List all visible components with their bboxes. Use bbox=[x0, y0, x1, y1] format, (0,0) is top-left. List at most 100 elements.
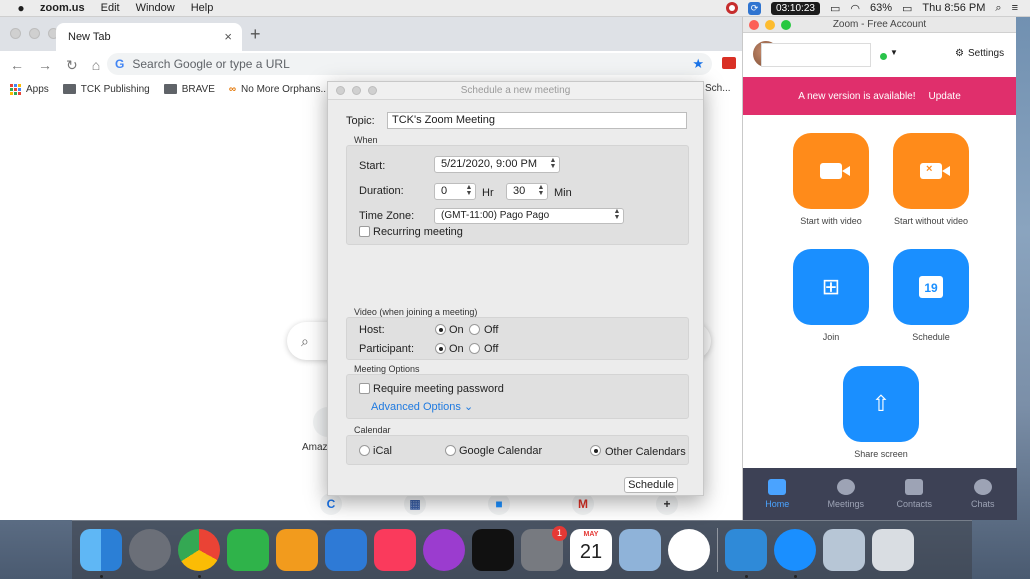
minimize-zoom-icon[interactable] bbox=[765, 20, 775, 30]
participant-video-off-radio[interactable] bbox=[469, 343, 480, 354]
battery-percent[interactable]: 63% bbox=[870, 2, 892, 14]
nav-chats[interactable]: Chats bbox=[949, 468, 1018, 520]
pages-icon[interactable] bbox=[276, 529, 318, 571]
zoom-icon[interactable] bbox=[774, 529, 816, 578]
music-icon[interactable] bbox=[374, 529, 416, 571]
reload-icon[interactable]: ↻ bbox=[66, 57, 78, 74]
numbers-icon[interactable] bbox=[227, 529, 269, 571]
forward-icon[interactable]: → bbox=[38, 57, 52, 73]
ical-radio[interactable] bbox=[359, 445, 370, 456]
trash-icon[interactable] bbox=[872, 529, 914, 571]
other-calendars-radio[interactable] bbox=[590, 445, 601, 456]
participant-video-on-radio[interactable] bbox=[435, 343, 446, 354]
duration-minutes-stepper[interactable]: 30 ▲ ▼ bbox=[506, 183, 548, 200]
battery-icon[interactable]: ▭ bbox=[902, 2, 912, 15]
notification-badge: 1 bbox=[552, 526, 567, 541]
host-video-on-radio[interactable] bbox=[435, 324, 446, 335]
minimize-window-icon[interactable] bbox=[29, 28, 40, 39]
topic-input[interactable]: TCK's Zoom Meeting bbox=[387, 112, 687, 129]
menu-window[interactable]: Window bbox=[136, 2, 175, 14]
start-with-video-button[interactable] bbox=[793, 133, 869, 209]
chrome-icon[interactable] bbox=[178, 529, 220, 578]
keynote-icon[interactable] bbox=[325, 529, 367, 571]
launchpad-icon[interactable] bbox=[129, 529, 171, 571]
tab-new-tab[interactable]: New Tab × bbox=[56, 23, 242, 51]
tab-strip: New Tab × + bbox=[0, 17, 742, 51]
menu-help[interactable]: Help bbox=[191, 2, 214, 14]
maximize-zoom-icon[interactable] bbox=[781, 20, 791, 30]
shortcut-grid-icon[interactable]: ▦ bbox=[404, 493, 426, 515]
calendar-icon[interactable]: MAY 21 bbox=[570, 529, 612, 571]
bookmark-tck[interactable]: TCK Publishing bbox=[62, 84, 150, 95]
sync-icon[interactable]: ⟳ bbox=[748, 1, 762, 15]
close-window-icon[interactable] bbox=[10, 28, 21, 39]
start-stepper-icon[interactable]: ▲ ▼ bbox=[549, 157, 557, 171]
preview-icon[interactable] bbox=[619, 529, 661, 571]
bookmark-apps[interactable]: Apps bbox=[10, 83, 49, 95]
google-calendar-radio[interactable] bbox=[445, 445, 456, 456]
podcasts-icon[interactable] bbox=[423, 529, 465, 571]
status-caret-icon[interactable]: ▼ bbox=[890, 48, 898, 57]
close-zoom-icon[interactable] bbox=[749, 20, 759, 30]
record-icon[interactable] bbox=[726, 2, 739, 14]
spotlight-icon[interactable]: ⌕ bbox=[995, 2, 1001, 15]
update-link[interactable]: Update bbox=[929, 91, 961, 102]
bookmark-overflow[interactable]: Sch... bbox=[705, 79, 731, 99]
back-icon[interactable]: ← bbox=[10, 57, 24, 73]
home-icon[interactable]: ⌂ bbox=[92, 57, 100, 73]
zoom-dialog-icon[interactable] bbox=[368, 86, 377, 95]
omnibox[interactable]: G Search Google or type a URL ★ bbox=[107, 53, 712, 75]
bookmark-no-more-orphans[interactable]: ∞ No More Orphans... bbox=[229, 84, 329, 95]
meeting-timer[interactable]: 03:10:23 bbox=[771, 1, 820, 15]
recurring-checkbox[interactable] bbox=[359, 226, 370, 237]
screen-icon[interactable]: ▭ bbox=[830, 2, 840, 15]
password-label: Require meeting password bbox=[373, 383, 504, 395]
close-dialog-icon[interactable] bbox=[336, 86, 345, 95]
system-preferences-icon[interactable]: 1 bbox=[521, 526, 567, 571]
shortcut-zoom-icon[interactable]: ■ bbox=[488, 493, 510, 515]
menu-app-name[interactable]: zoom.us bbox=[40, 2, 85, 14]
chat-bubble-icon bbox=[973, 479, 992, 495]
bookmark-brave[interactable]: BRAVE bbox=[163, 84, 215, 95]
timezone-select[interactable]: (GMT-11:00) Pago Pago ▲ ▼ bbox=[434, 208, 624, 224]
apple-menu-icon[interactable]: ● bbox=[14, 1, 28, 15]
start-datetime-field[interactable]: 5/21/2020, 9:00 PM ▲ ▼ bbox=[434, 156, 560, 173]
start-without-video-button[interactable]: × bbox=[893, 133, 969, 209]
bookmark-star-icon[interactable]: ★ bbox=[692, 56, 704, 72]
shortcut-gmail-icon[interactable]: M bbox=[572, 493, 594, 515]
schedule-meeting-button[interactable]: 19 bbox=[893, 249, 969, 325]
shortcut-label[interactable]: Amaz bbox=[302, 442, 328, 453]
wifi-icon[interactable]: ◠ bbox=[850, 2, 860, 15]
settings-button[interactable]: ⚙ Settings bbox=[955, 48, 1004, 59]
nav-home[interactable]: Home bbox=[743, 468, 812, 520]
menu-edit[interactable]: Edit bbox=[101, 2, 120, 14]
finder-icon[interactable] bbox=[80, 529, 122, 578]
slack-icon[interactable] bbox=[668, 529, 710, 571]
photo-icon[interactable] bbox=[823, 529, 865, 571]
join-button[interactable]: ⊞ bbox=[793, 249, 869, 325]
clock[interactable]: Thu 8:56 PM bbox=[922, 2, 985, 14]
close-tab-icon[interactable]: × bbox=[224, 29, 232, 44]
profile-name-box[interactable] bbox=[761, 43, 871, 67]
minimize-dialog-icon[interactable] bbox=[352, 86, 361, 95]
minutes-stepper-icon[interactable]: ▲ ▼ bbox=[537, 184, 545, 198]
shortcut-c-icon[interactable]: C bbox=[320, 493, 342, 515]
apple-tv-icon[interactable] bbox=[472, 529, 514, 571]
control-center-icon[interactable]: ≡ bbox=[1012, 2, 1018, 14]
password-checkbox[interactable] bbox=[359, 383, 370, 394]
new-tab-icon[interactable]: + bbox=[250, 24, 261, 45]
app-icon[interactable] bbox=[725, 529, 767, 578]
calendar-month: MAY bbox=[583, 531, 599, 538]
share-screen-button[interactable]: ⇧ bbox=[843, 366, 919, 442]
status-online-icon[interactable] bbox=[880, 53, 887, 60]
schedule-button[interactable]: Schedule bbox=[624, 477, 678, 493]
extension-icon[interactable] bbox=[722, 57, 736, 69]
hours-stepper-icon[interactable]: ▲ ▼ bbox=[465, 184, 473, 198]
nav-contacts[interactable]: Contacts bbox=[880, 468, 949, 520]
host-video-off-radio[interactable] bbox=[469, 324, 480, 335]
advanced-options-link[interactable]: Advanced Options ⌄ bbox=[371, 400, 473, 413]
nav-meetings[interactable]: Meetings bbox=[812, 468, 881, 520]
duration-hours-stepper[interactable]: 0 ▲ ▼ bbox=[434, 183, 476, 200]
tab-title: New Tab bbox=[68, 31, 111, 43]
add-shortcut-icon[interactable]: + bbox=[656, 493, 678, 515]
